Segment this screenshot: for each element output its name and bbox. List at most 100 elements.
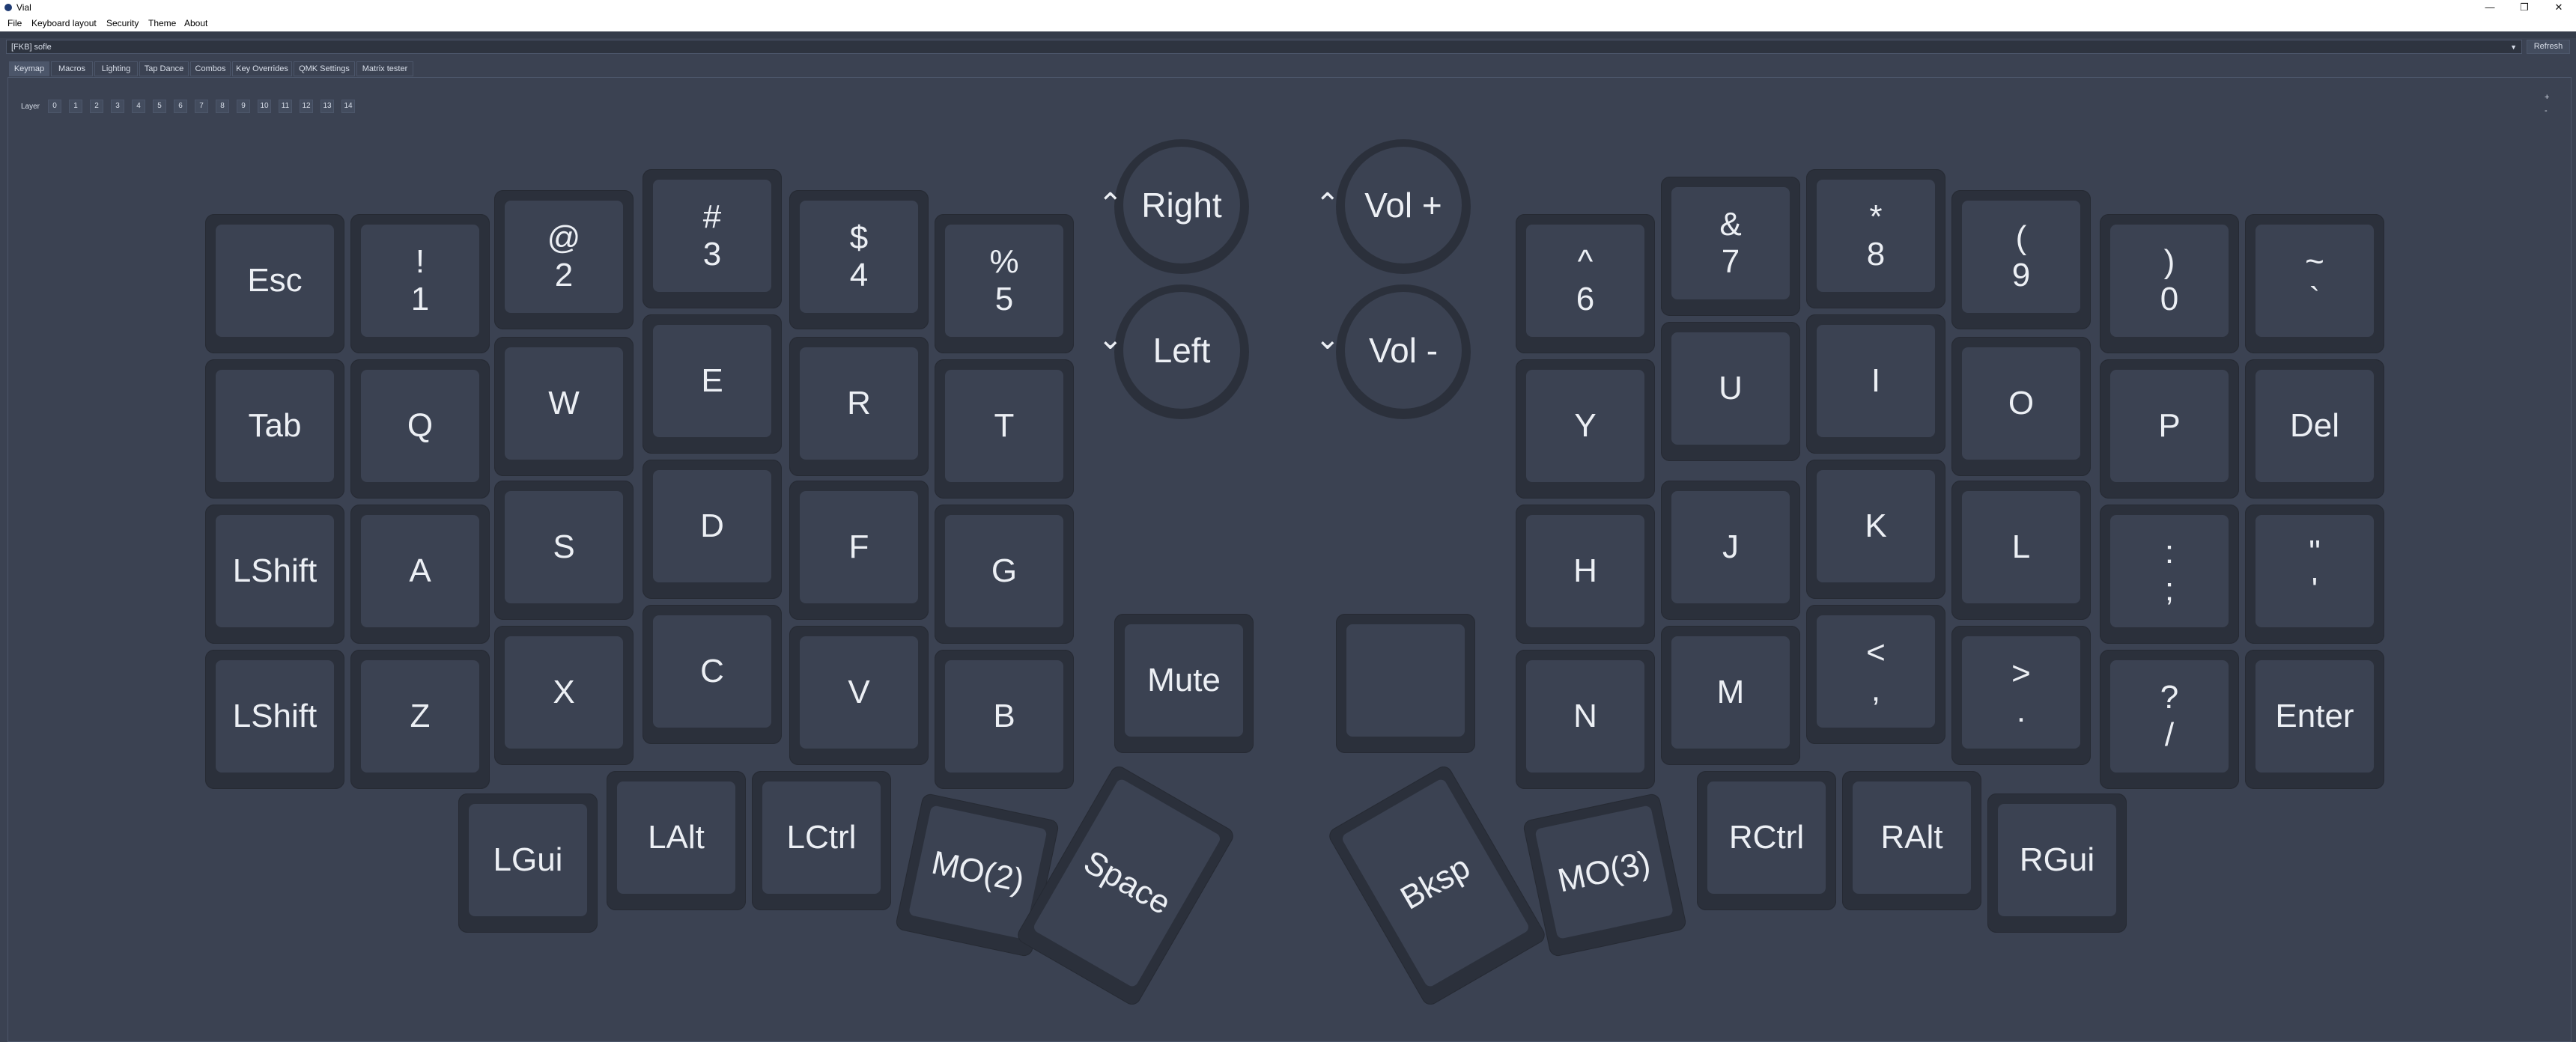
layer-button-3[interactable]: 3: [111, 100, 124, 113]
key-enter[interactable]: Enter: [2245, 650, 2384, 789]
key-lshift1[interactable]: LShift: [205, 505, 344, 644]
key-k7-cap: & 7: [1671, 187, 1790, 299]
tab-matrix-tester[interactable]: Matrix tester: [356, 61, 413, 76]
menu-theme[interactable]: Theme: [148, 18, 176, 28]
key-h[interactable]: H: [1516, 505, 1655, 644]
layer-button-2[interactable]: 2: [90, 100, 103, 113]
layer-button-13[interactable]: 13: [321, 100, 334, 113]
key-comma[interactable]: <,: [1806, 605, 1945, 744]
key-k5[interactable]: % 5: [935, 214, 1074, 353]
minimize-button[interactable]: —: [2473, 0, 2507, 15]
key-del[interactable]: Del: [2245, 359, 2384, 499]
layer-button-9[interactable]: 9: [237, 100, 250, 113]
layer-button-14[interactable]: 14: [341, 100, 355, 113]
tab-keymap[interactable]: Keymap: [9, 61, 49, 76]
key-l[interactable]: L: [1951, 481, 2091, 620]
key-c[interactable]: C: [643, 605, 782, 744]
encoder-right-cw[interactable]: Vol +: [1336, 139, 1471, 274]
menu-security[interactable]: Security: [106, 18, 139, 28]
layer-button-5[interactable]: 5: [153, 100, 166, 113]
key-w[interactable]: W: [494, 337, 634, 476]
key-g[interactable]: G: [935, 505, 1074, 644]
tab-qmk-settings[interactable]: QMK Settings: [294, 61, 355, 76]
key-y[interactable]: Y: [1516, 359, 1655, 499]
encoder-left-ccw[interactable]: Left: [1114, 284, 1249, 419]
key-quote[interactable]: " ': [2245, 505, 2384, 644]
key-e[interactable]: E: [643, 314, 782, 454]
key-b[interactable]: B: [935, 650, 1074, 789]
encoder-left-cw-label: Right: [1141, 186, 1222, 225]
layer-button-6[interactable]: 6: [174, 100, 187, 113]
key-k1[interactable]: ! 1: [350, 214, 490, 353]
key-z[interactable]: Z: [350, 650, 490, 789]
key-k7[interactable]: & 7: [1661, 177, 1800, 316]
key-k0[interactable]: ) 0: [2100, 214, 2239, 353]
layer-button-7[interactable]: 7: [195, 100, 208, 113]
key-m[interactable]: M: [1661, 626, 1800, 765]
encoder-left-cw[interactable]: Right: [1114, 139, 1249, 274]
key-mute[interactable]: Mute: [1114, 614, 1254, 753]
tab-lighting[interactable]: Lighting: [94, 61, 138, 76]
key-blank[interactable]: [1336, 614, 1475, 753]
key-x[interactable]: X: [494, 626, 634, 765]
key-dot[interactable]: >.: [1951, 626, 2091, 765]
close-button[interactable]: ✕: [2542, 0, 2576, 15]
key-s[interactable]: S: [494, 481, 634, 620]
key-p[interactable]: P: [2100, 359, 2239, 499]
restore-button[interactable]: ❐: [2507, 0, 2542, 15]
key-mo3[interactable]: MO(3): [1522, 792, 1688, 958]
menu-keyboard-layout[interactable]: Keyboard layout: [31, 18, 97, 28]
tab-combos[interactable]: Combos: [190, 61, 231, 76]
key-k2[interactable]: @2: [494, 190, 634, 329]
tab-macros[interactable]: Macros: [51, 61, 93, 76]
key-k[interactable]: K: [1806, 460, 1945, 599]
key-k3[interactable]: #3: [643, 169, 782, 308]
key-semi[interactable]: :;: [2100, 505, 2239, 644]
layer-button-4[interactable]: 4: [132, 100, 145, 113]
key-o[interactable]: O: [1951, 337, 2091, 476]
key-d[interactable]: D: [643, 460, 782, 599]
key-t[interactable]: T: [935, 359, 1074, 499]
key-k9[interactable]: (9: [1951, 190, 2091, 329]
layer-button-11[interactable]: 11: [279, 100, 292, 113]
tab-key-overrides[interactable]: Key Overrides: [232, 61, 292, 76]
key-tilde[interactable]: ~ `: [2245, 214, 2384, 353]
key-lalt[interactable]: LAlt: [607, 771, 746, 910]
layer-button-12[interactable]: 12: [300, 100, 313, 113]
menu-file[interactable]: File: [7, 18, 22, 28]
key-rgui[interactable]: RGui: [1987, 793, 2127, 933]
device-select[interactable]: [FKB] sofle ▼: [6, 40, 2522, 54]
key-legend: LGui: [493, 841, 563, 878]
menu-about[interactable]: About: [184, 18, 207, 28]
key-lgui[interactable]: LGui: [458, 793, 598, 933]
layer-button-0[interactable]: 0: [48, 100, 61, 113]
tab-tap-dance[interactable]: Tap Dance: [139, 61, 189, 76]
key-j[interactable]: J: [1661, 481, 1800, 620]
encoder-right-ccw[interactable]: Vol -: [1336, 284, 1471, 419]
layer-button-10[interactable]: 10: [258, 100, 271, 113]
key-k4-cap: $4: [800, 201, 918, 313]
key-r[interactable]: R: [789, 337, 929, 476]
key-a[interactable]: A: [350, 505, 490, 644]
key-k6[interactable]: ^ 6: [1516, 214, 1655, 353]
key-lctrl[interactable]: LCtrl: [752, 771, 891, 910]
key-lshift2[interactable]: LShift: [205, 650, 344, 789]
key-n[interactable]: N: [1516, 650, 1655, 789]
layer-button-8[interactable]: 8: [216, 100, 229, 113]
key-ralt[interactable]: RAlt: [1842, 771, 1981, 910]
layer-button-1[interactable]: 1: [69, 100, 82, 113]
key-tab[interactable]: Tab: [205, 359, 344, 499]
refresh-button[interactable]: Refresh: [2527, 40, 2570, 54]
key-v[interactable]: V: [789, 626, 929, 765]
key-slash[interactable]: ? /: [2100, 650, 2239, 789]
key-k8[interactable]: * 8: [1806, 169, 1945, 308]
key-q[interactable]: Q: [350, 359, 490, 499]
key-rctrl[interactable]: RCtrl: [1697, 771, 1836, 910]
key-u[interactable]: U: [1661, 322, 1800, 461]
key-f[interactable]: F: [789, 481, 929, 620]
zoom-out-button[interactable]: -: [2545, 106, 2548, 115]
zoom-in-button[interactable]: +: [2545, 93, 2549, 102]
key-k4[interactable]: $4: [789, 190, 929, 329]
key-i[interactable]: I: [1806, 314, 1945, 454]
key-esc[interactable]: Esc: [205, 214, 344, 353]
